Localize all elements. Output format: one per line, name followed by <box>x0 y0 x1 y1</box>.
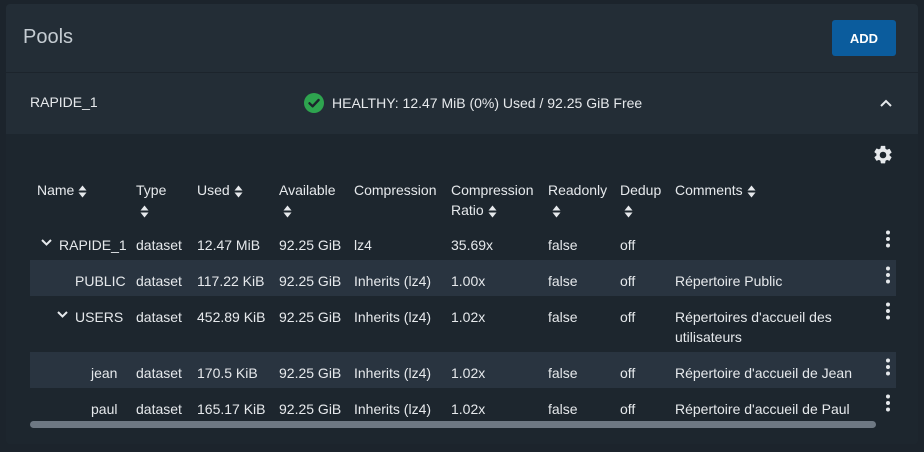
table-row[interactable]: paul dataset 165.17 KiB 92.25 GiB Inheri… <box>30 388 896 424</box>
cell-comments: Répertoire d'accueil de Paul <box>675 401 850 417</box>
cell-compression: Inherits (lz4) <box>354 309 432 325</box>
sort-icon[interactable] <box>78 185 87 198</box>
pool-status: HEALTHY: 12.47 MiB (0%) Used / 92.25 GiB… <box>304 93 642 113</box>
col-header-comments[interactable]: Comments <box>675 180 756 200</box>
gear-icon[interactable] <box>872 144 894 166</box>
pool-header-row[interactable]: RAPIDE_1 HEALTHY: 12.47 MiB (0%) Used / … <box>6 72 918 135</box>
col-header-available[interactable]: Available <box>279 180 336 220</box>
sort-icon[interactable] <box>140 205 149 218</box>
cell-compression-ratio: 1.02x <box>451 401 486 417</box>
cell-available: 92.25 GiB <box>279 273 342 289</box>
cell-name: paul <box>91 401 118 417</box>
cell-readonly: false <box>548 237 578 253</box>
sort-icon[interactable] <box>624 205 633 218</box>
sort-icon[interactable] <box>234 185 243 198</box>
sort-icon[interactable] <box>283 205 292 218</box>
cell-name: jean <box>91 365 118 381</box>
cell-type: dataset <box>136 365 182 381</box>
cell-available: 92.25 GiB <box>279 309 342 325</box>
col-header-dedup[interactable]: Dedup <box>620 180 661 220</box>
col-header-type[interactable]: Type <box>136 180 166 220</box>
kebab-menu-icon[interactable] <box>885 266 891 284</box>
horizontal-scrollbar[interactable] <box>30 421 876 428</box>
cell-compression: Inherits (lz4) <box>354 401 432 417</box>
datasets-table: Name Type Used Available Compression Com… <box>6 134 918 444</box>
cell-compression: Inherits (lz4) <box>354 365 432 381</box>
kebab-menu-icon[interactable] <box>885 230 891 248</box>
cell-used: 170.5 KiB <box>197 365 258 381</box>
table-row[interactable]: USERS dataset 452.89 KiB 92.25 GiB Inher… <box>30 296 896 352</box>
sort-icon[interactable] <box>552 205 561 218</box>
pool-status-text: HEALTHY: 12.47 MiB (0%) Used / 92.25 GiB… <box>332 95 643 111</box>
sort-icon[interactable] <box>747 185 756 198</box>
chevron-up-icon[interactable] <box>878 95 894 111</box>
cell-readonly: false <box>548 365 578 381</box>
sort-icon[interactable] <box>488 205 497 218</box>
table-row[interactable]: jean dataset 170.5 KiB 92.25 GiB Inherit… <box>30 352 896 388</box>
cell-compression-ratio: 1.00x <box>451 273 486 289</box>
cell-available: 92.25 GiB <box>279 237 342 253</box>
cell-type: dataset <box>136 401 182 417</box>
cell-comments: Répertoires d'accueil des utilisateurs <box>675 309 832 345</box>
pools-card: Pools ADD RAPIDE_1 HEALTHY: 12.47 MiB (0… <box>6 4 918 444</box>
cell-dedup: off <box>620 401 636 417</box>
cell-dedup: off <box>620 309 636 325</box>
cell-name: USERS <box>75 309 124 325</box>
cell-available: 92.25 GiB <box>279 365 342 381</box>
cell-readonly: false <box>548 273 578 289</box>
col-header-name[interactable]: Name <box>37 180 87 200</box>
check-circle-icon <box>304 93 324 113</box>
col-header-compression-ratio[interactable]: Compression Ratio <box>451 180 533 220</box>
table-row[interactable]: PUBLIC dataset 117.22 KiB 92.25 GiB Inhe… <box>30 260 896 296</box>
cell-dedup: off <box>620 237 636 253</box>
cell-compression: Inherits (lz4) <box>354 273 432 289</box>
cell-compression: lz4 <box>354 237 372 253</box>
col-header-readonly[interactable]: Readonly <box>548 180 607 220</box>
cell-used: 452.89 KiB <box>197 309 266 325</box>
table-row[interactable]: RAPIDE_1 dataset 12.47 MiB 92.25 GiB lz4… <box>30 224 896 260</box>
cell-compression-ratio: 1.02x <box>451 365 486 381</box>
chevron-down-icon[interactable] <box>57 309 68 320</box>
kebab-menu-icon[interactable] <box>885 358 891 376</box>
add-button[interactable]: ADD <box>832 20 896 56</box>
cell-available: 92.25 GiB <box>279 401 342 417</box>
pool-name: RAPIDE_1 <box>30 94 98 110</box>
cell-used: 117.22 KiB <box>197 273 265 289</box>
cell-readonly: false <box>548 401 578 417</box>
cell-name: RAPIDE_1 <box>59 237 127 253</box>
cell-readonly: false <box>548 309 578 325</box>
chevron-down-icon[interactable] <box>41 237 52 248</box>
cell-dedup: off <box>620 273 636 289</box>
cell-comments: Répertoire Public <box>675 273 783 289</box>
cell-type: dataset <box>136 273 182 289</box>
cell-used: 12.47 MiB <box>197 237 261 253</box>
cell-type: dataset <box>136 309 182 325</box>
cell-comments: Répertoire d'accueil de Jean <box>675 365 853 381</box>
kebab-menu-icon[interactable] <box>885 302 891 320</box>
kebab-menu-icon[interactable] <box>885 394 891 412</box>
cell-used: 165.17 KiB <box>197 401 266 417</box>
cell-name: PUBLIC <box>75 273 126 289</box>
cell-compression-ratio: 35.69x <box>451 237 494 253</box>
cell-dedup: off <box>620 365 636 381</box>
col-header-used[interactable]: Used <box>197 180 243 200</box>
page-title: Pools <box>23 26 74 48</box>
col-header-compression[interactable]: Compression <box>354 180 436 200</box>
cell-compression-ratio: 1.02x <box>451 309 486 325</box>
cell-type: dataset <box>136 237 182 253</box>
